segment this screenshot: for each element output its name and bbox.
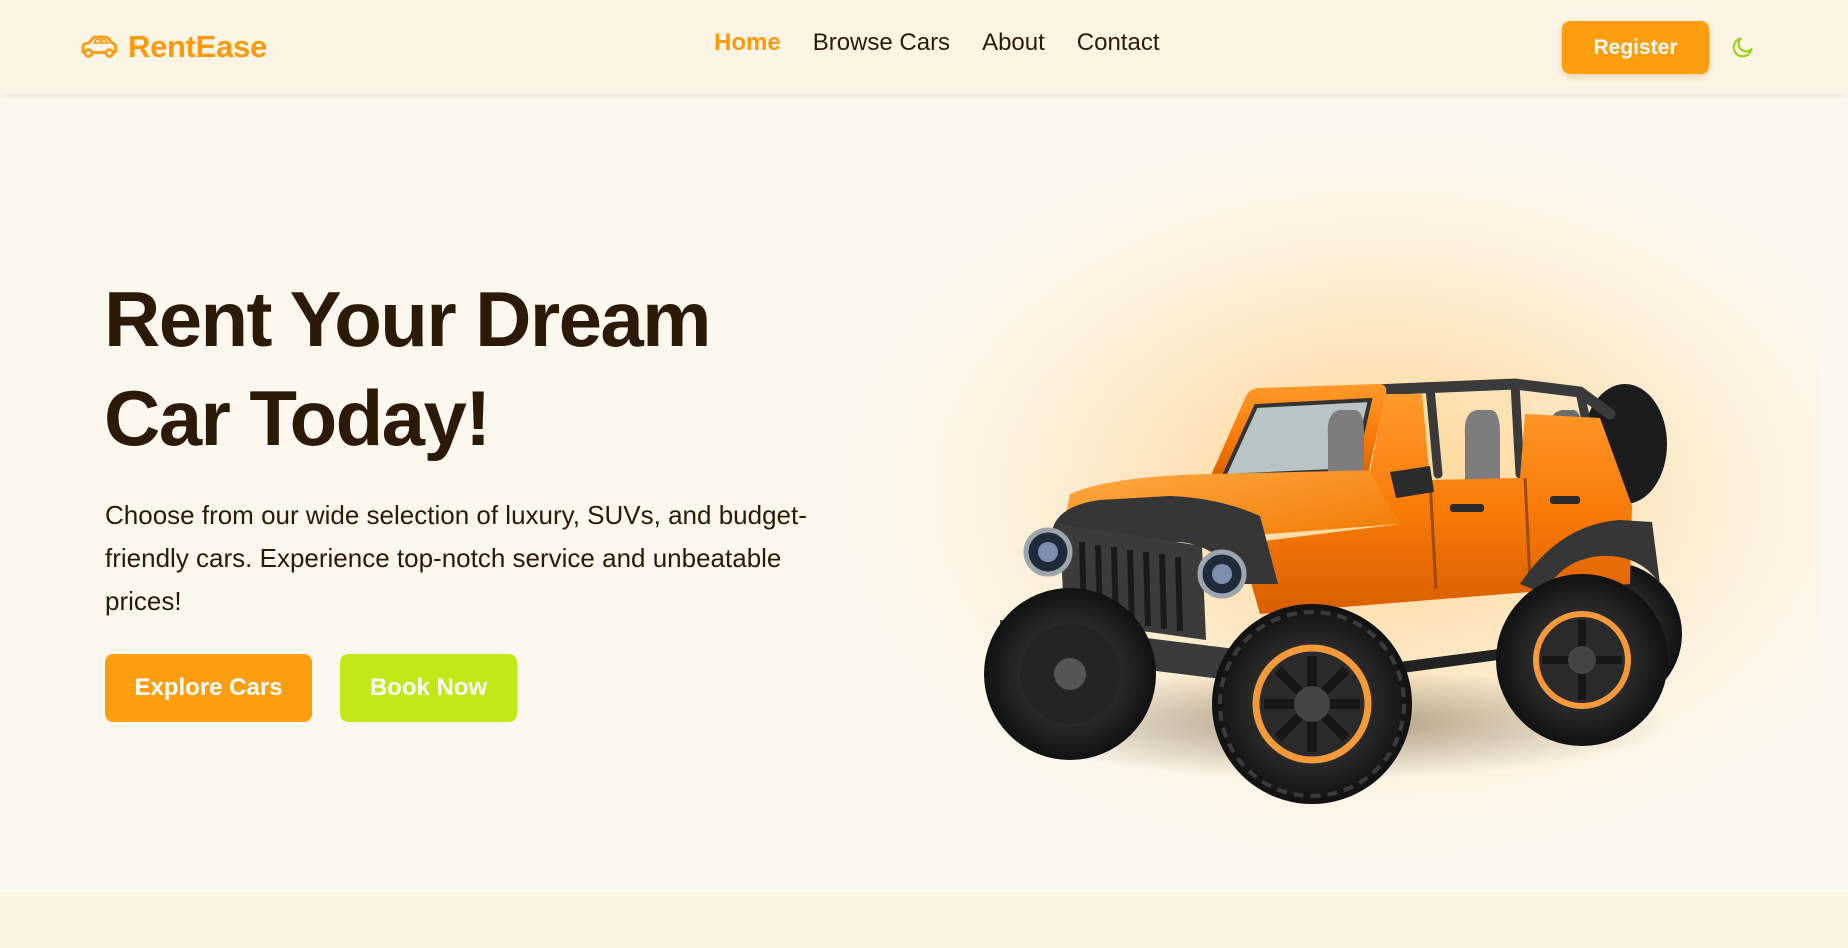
nav-link-browse-cars[interactable]: Browse Cars: [813, 29, 950, 57]
hero-actions: Explore Cars Book Now: [105, 654, 517, 722]
hero-section: Rent Your Dream Car Today! Choose from o…: [0, 94, 1848, 892]
explore-cars-button[interactable]: Explore Cars: [105, 654, 312, 722]
book-now-button[interactable]: Book Now: [340, 654, 517, 722]
moon-icon: [1732, 37, 1753, 58]
nav-link-contact[interactable]: Contact: [1077, 29, 1160, 57]
main-nav: Home Browse Cars About Contact: [714, 29, 1160, 57]
hero-description: Choose from our wide selection of luxury…: [105, 500, 807, 616]
next-section-edge: [0, 892, 1848, 948]
hero-title: Rent Your Dream Car Today!: [104, 275, 712, 462]
nav-link-home[interactable]: Home: [714, 29, 781, 57]
car-icon: [81, 35, 117, 58]
navbar: RentEase Home Browse Cars About Contact …: [0, 0, 1848, 94]
jeep-illustration: [984, 378, 1682, 804]
nav-link-about[interactable]: About: [982, 29, 1045, 57]
brand-logo[interactable]: RentEase: [80, 25, 267, 69]
register-button[interactable]: Register: [1562, 21, 1709, 74]
brand-name: RentEase: [128, 29, 267, 64]
theme-toggle-button[interactable]: [1729, 33, 1757, 61]
